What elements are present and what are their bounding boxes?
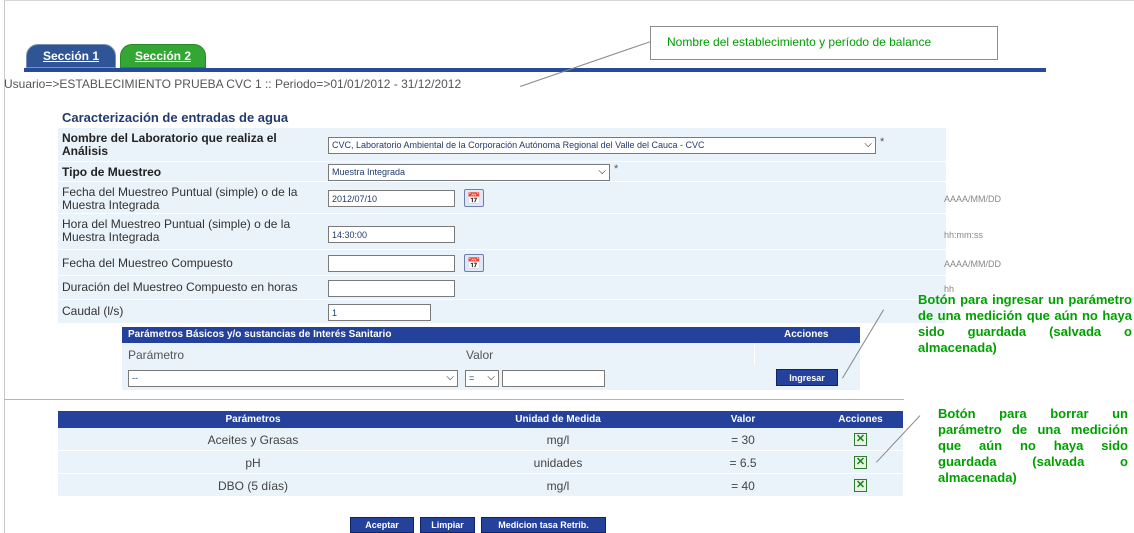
label-fecha-muestreo: Fecha del Muestreo Puntual (simple) o de… (62, 185, 298, 212)
parametro-select[interactable]: -- ⌵ (128, 370, 458, 387)
label-fecha-compuesto: Fecha del Muestreo Compuesto (62, 256, 233, 270)
medicion-tasa-button[interactable]: Medicion tasa Retrib. (481, 517, 606, 533)
required-mark: * (880, 136, 885, 148)
params-input-row: -- ⌵ = ⌵ Ingresar (122, 365, 860, 390)
operator-select-value: = (469, 373, 475, 383)
hora-muestreo-input[interactable] (328, 226, 455, 243)
row-param: Aceites y Grasas (207, 433, 299, 447)
row-value: = 6.5 (729, 456, 757, 470)
laboratorio-select[interactable]: CVC, Laboratorio Ambiental de la Corpora… (328, 137, 876, 154)
hora-format-hint: hh:mm:ss (944, 230, 984, 240)
form-row-fecha: Fecha del Muestreo Puntual (simple) o de… (58, 182, 1001, 214)
callout-ingresar: Botón para ingresar un parámetro de una … (918, 292, 1132, 355)
table-row: pH unidades = 6.5 ✕ (58, 451, 903, 474)
callout-establishment-text: Nombre del establecimiento y período de … (667, 35, 932, 49)
params-col-divider (754, 343, 755, 365)
row-unit: unidades (533, 456, 583, 470)
form-row-caudal: Caudal (l/s) (58, 300, 946, 324)
fecha-format-hint: AAAA/MM/DD (944, 194, 1002, 204)
form-row-laboratorio: Nombre del Laboratorio que realiza el An… (58, 128, 946, 162)
label-duracion: Duración del Muestreo Compuesto en horas (62, 280, 298, 294)
params-col-parametro: Parámetro (128, 348, 185, 362)
label-laboratorio: Nombre del Laboratorio que realiza el An… (62, 131, 277, 158)
row-param: DBO (5 días) (217, 479, 289, 493)
fecha-muestreo-input[interactable] (328, 190, 455, 207)
row-value: = 30 (731, 433, 755, 447)
delete-x-icon[interactable]: ✕ (854, 433, 867, 446)
table-row: DBO (5 días) mg/l = 40 ✕ (58, 474, 903, 497)
table-row: Aceites y Grasas mg/l = 30 ✕ (58, 428, 903, 451)
row-unit: mg/l (546, 433, 570, 447)
form-row-hora: Hora del Muestreo Puntual (simple) o de … (58, 214, 983, 250)
duracion-input[interactable] (328, 280, 455, 297)
frame-border-top (4, 0, 1134, 1)
section-divider (4, 399, 904, 400)
params-header: Parámetros Básicos y/o sustancias de Int… (122, 327, 860, 343)
label-tipo-muestreo: Tipo de Muestreo (62, 165, 162, 179)
chevron-down-icon: ⌵ (446, 372, 454, 383)
delete-x-icon[interactable]: ✕ (854, 456, 867, 469)
fecha-compuesto-format-hint: AAAA/MM/DD (944, 259, 1002, 269)
tipo-muestreo-select[interactable]: Muestra Integrada ⌵ (328, 164, 610, 181)
calendar-icon[interactable]: 📅 (464, 189, 484, 207)
parametro-select-value: -- (132, 373, 138, 383)
results-col-unidad: Unidad de Medida (515, 414, 601, 425)
row-value: = 40 (731, 479, 755, 493)
tab-seccion-1[interactable]: Sección 1 (26, 44, 116, 68)
calendar-icon[interactable]: 📅 (464, 254, 484, 272)
laboratorio-select-value: CVC, Laboratorio Ambiental de la Corpora… (332, 140, 705, 150)
tab-seccion-2[interactable]: Sección 2 (120, 44, 206, 68)
required-mark: * (614, 163, 619, 175)
params-col-valor: Valor (466, 348, 494, 362)
results-header: Parámetros Unidad de Medida Valor Accion… (58, 411, 903, 428)
callout-establishment: Nombre del establecimiento y período de … (650, 26, 998, 60)
operator-select[interactable]: = ⌵ (465, 370, 499, 387)
callout-borrar: Botón para borrar un parámetro de una me… (938, 406, 1128, 485)
results-col-acciones: Acciones (838, 414, 883, 425)
label-caudal: Caudal (l/s) (62, 304, 124, 318)
row-param: pH (245, 456, 261, 470)
fecha-compuesto-input[interactable] (328, 255, 455, 272)
aceptar-button[interactable]: Aceptar (350, 517, 414, 533)
params-header-acciones: Acciones (784, 329, 829, 340)
form-row-tipo: Tipo de Muestreo Muestra Integrada ⌵ * (58, 162, 946, 182)
callout-establishment-line (520, 41, 651, 87)
limpiar-button[interactable]: Limpiar (420, 517, 475, 533)
row-unit: mg/l (546, 479, 570, 493)
params-header-title: Parámetros Básicos y/o sustancias de Int… (128, 329, 392, 340)
chevron-down-icon: ⌵ (487, 372, 495, 383)
valor-input[interactable] (502, 370, 605, 387)
user-period-line: Usuario=>ESTABLECIMIENTO PRUEBA CVC 1 ::… (4, 77, 462, 91)
ingresar-button[interactable]: Ingresar (776, 369, 838, 386)
caudal-input[interactable] (328, 304, 431, 321)
results-col-parametros: Parámetros (225, 414, 281, 425)
form-row-duracion: Duración del Muestreo Compuesto en horas… (58, 276, 954, 300)
results-col-valor: Valor (730, 414, 756, 425)
form-title: Caracterización de entradas de agua (62, 110, 289, 125)
chevron-down-icon: ⌵ (864, 139, 872, 150)
form-row-fecha-compuesto: Fecha del Muestreo Compuesto 📅 AAAA/MM/D… (58, 250, 1001, 276)
label-hora-muestreo: Hora del Muestreo Puntual (simple) o de … (62, 217, 291, 244)
params-column-labels: Parámetro Valor (122, 343, 860, 365)
tipo-muestreo-select-value: Muestra Integrada (332, 167, 406, 177)
delete-x-icon[interactable]: ✕ (854, 479, 867, 492)
chevron-down-icon: ⌵ (598, 166, 606, 177)
tab-underline (24, 68, 1046, 72)
